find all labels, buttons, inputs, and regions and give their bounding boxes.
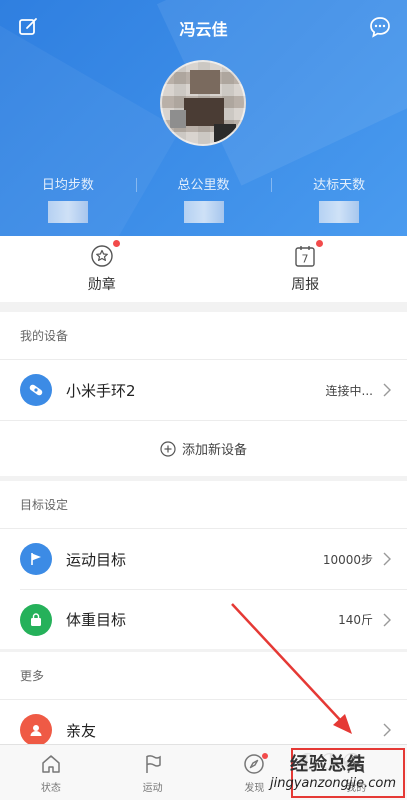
stat-value-blurred bbox=[319, 201, 360, 223]
stat-label: 日均步数 bbox=[41, 178, 94, 193]
message-icon[interactable] bbox=[369, 16, 391, 38]
tab-label: 状态 bbox=[40, 783, 61, 794]
medal-icon bbox=[91, 245, 113, 267]
weight-goal-value: 140斤 bbox=[338, 613, 373, 627]
chevron-right-icon bbox=[383, 723, 391, 737]
goals-section: 目标设定 运动目标 10000步 体重目标 140斤 bbox=[0, 481, 407, 649]
avatar[interactable] bbox=[160, 60, 246, 146]
tab-status[interactable]: 状态 bbox=[0, 745, 102, 800]
stat-value-blurred bbox=[183, 201, 224, 223]
weekly-report-label: 周报 bbox=[291, 277, 320, 293]
sport-goal-label: 运动目标 bbox=[66, 550, 127, 569]
sport-goal-row[interactable]: 运动目标 10000步 bbox=[0, 529, 407, 589]
weight-bag-icon bbox=[20, 603, 52, 636]
chevron-right-icon bbox=[383, 383, 391, 397]
section-title: 更多 bbox=[0, 652, 407, 700]
device-row-mi-band-2[interactable]: 小米手环2 连接中... bbox=[0, 360, 407, 420]
device-name: 小米手环2 bbox=[66, 381, 136, 400]
calendar-icon: 7 bbox=[295, 246, 315, 267]
weekly-report-button[interactable]: 7 周报 bbox=[204, 236, 407, 302]
device-status: 连接中... bbox=[325, 383, 373, 398]
weight-goal-row[interactable]: 体重目标 140斤 bbox=[20, 589, 407, 649]
section-title: 我的设备 bbox=[0, 312, 407, 360]
flag-icon bbox=[145, 755, 161, 773]
medal-button[interactable]: 勋章 bbox=[0, 236, 204, 302]
plus-circle-icon bbox=[160, 440, 176, 457]
quick-row: 勋章 7 周报 bbox=[0, 236, 407, 302]
stat-value-blurred bbox=[47, 201, 88, 223]
profile-header: 冯云佳 日均步数 总公里数 达标天数 bbox=[0, 0, 407, 236]
devices-section: 我的设备 小米手环2 连接中... 添加新设备 bbox=[0, 312, 407, 476]
notification-dot bbox=[112, 240, 120, 247]
more-section: 更多 亲友 bbox=[0, 652, 407, 746]
add-device-label: 添加新设备 bbox=[181, 443, 247, 458]
friends-label: 亲友 bbox=[66, 721, 97, 740]
stat-goal-days: 达标天数 bbox=[271, 174, 407, 223]
notification-dot bbox=[316, 240, 324, 247]
stats-row: 日均步数 总公里数 达标天数 bbox=[0, 174, 407, 223]
calendar-day: 7 bbox=[302, 253, 309, 266]
chevron-right-icon bbox=[383, 613, 391, 626]
stat-label: 达标天数 bbox=[313, 178, 366, 193]
sport-goal-value: 10000步 bbox=[322, 552, 373, 567]
tab-label: 运动 bbox=[142, 783, 163, 794]
flag-icon bbox=[20, 543, 52, 575]
tab-discover[interactable]: 发现 bbox=[204, 745, 306, 800]
stat-daily-steps: 日均步数 bbox=[0, 174, 136, 223]
annotation-highlight-box bbox=[291, 748, 405, 798]
band-icon bbox=[20, 374, 52, 406]
chevron-right-icon bbox=[383, 552, 391, 566]
friends-icon bbox=[20, 714, 52, 746]
medal-label: 勋章 bbox=[87, 277, 116, 293]
stat-total-km: 总公里数 bbox=[135, 174, 272, 223]
user-name: 冯云佳 bbox=[179, 20, 228, 39]
tab-sport[interactable]: 运动 bbox=[102, 745, 204, 800]
tab-label: 发现 bbox=[244, 783, 265, 794]
home-icon bbox=[42, 755, 60, 773]
add-device-button[interactable]: 添加新设备 bbox=[0, 420, 407, 476]
weight-goal-label: 体重目标 bbox=[66, 611, 127, 629]
notification-dot bbox=[261, 753, 268, 759]
stat-label: 总公里数 bbox=[177, 178, 230, 193]
section-title: 目标设定 bbox=[0, 481, 407, 529]
